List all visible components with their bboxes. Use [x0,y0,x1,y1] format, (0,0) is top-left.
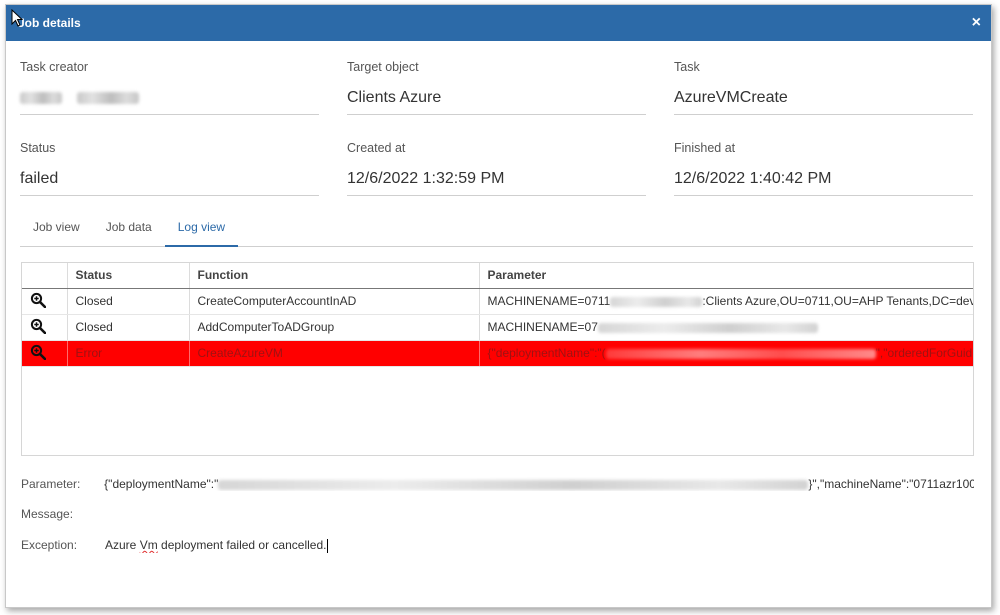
dialog-titlebar: Job details × [6,5,991,41]
parameter-suffix: ","orderedForGuid [875,346,973,360]
column-header-parameter[interactable]: Parameter [479,263,973,289]
parameter-prefix: {"deploymentName":"( [487,346,606,360]
column-header-status[interactable]: Status [67,263,190,289]
task-field: Task AzureVMCreate [674,60,973,115]
table-row-error[interactable]: Error CreateAzureVM {"deploymentName":"(… [22,340,973,367]
exception-text: deployment failed or cancelled. [157,538,327,552]
exception-value[interactable]: Azure Vm deployment failed or cancelled. [105,538,329,553]
message-label: Message: [21,507,74,521]
row-function: CreateComputerAccountInAD [189,288,480,315]
status-value: failed [20,170,59,187]
tab-bar: Job view Job data Log view [20,214,973,247]
row-status: Closed [67,288,190,315]
row-function: AddComputerToADGroup [189,314,480,341]
mouse-pointer-icon [11,9,23,27]
exception-label: Exception: [21,538,78,552]
row-status: Closed [67,314,190,341]
created-at-field: Created at 12/6/2022 1:32:59 PM [347,141,646,196]
task-value: AzureVMCreate [674,89,788,106]
dialog-title: Job details [18,16,81,30]
parameter-suffix: :Clients Azure,OU=0711,OU=AHP Tenants,DC… [702,294,974,308]
redacted-text [76,91,139,104]
parameter-prefix: MACHINENAME=0711 [487,294,611,308]
column-header-function[interactable]: Function [189,263,480,289]
exception-row: Exception: Azure Vm deployment failed or… [21,538,974,553]
redacted-text [610,296,703,307]
task-creator-value [20,89,319,111]
table-row[interactable]: Closed CreateComputerAccountInAD MACHINE… [22,288,974,315]
target-object-field: Target object Clients Azure [347,60,646,115]
log-grid: Status Function Parameter Closed CreateC… [21,262,974,456]
created-at-label: Created at [347,141,406,155]
field-underline [674,114,973,115]
close-icon[interactable]: × [972,15,981,31]
target-object-value: Clients Azure [347,89,442,106]
tab-log-view[interactable]: Log view [164,214,239,247]
tab-job-view[interactable]: Job view [20,214,93,247]
row-status: Error [67,340,190,367]
finished-at-value: 12/6/2022 1:40:42 PM [674,170,832,187]
task-creator-label: Task creator [20,60,89,74]
row-parameter: {"deploymentName":"( ","orderedForGuid [479,340,973,367]
parameter-prefix: {"deploymentName":" [104,477,219,491]
parameter-prefix: MACHINENAME=07 [487,320,598,334]
exception-text: Azure [105,538,140,552]
parameter-value: {"deploymentName":" }","machineName":"071… [104,477,974,491]
row-icon-cell[interactable] [22,340,68,367]
message-row: Message: [21,507,974,521]
redacted-text [218,479,809,490]
row-icon-cell[interactable] [22,288,68,315]
row-function: CreateAzureVM [189,340,480,367]
field-underline [20,114,319,115]
parameter-row: Parameter: {"deploymentName":" }","machin… [21,477,974,491]
status-label: Status [20,141,56,155]
text-caret [327,538,329,553]
table-row[interactable]: Closed AddComputerToADGroup MACHINENAME=… [22,314,973,341]
task-creator-field: Task creator [20,60,319,115]
zoom-in-icon[interactable] [30,344,46,360]
row-icon-cell[interactable] [22,314,68,341]
parameter-suffix: }","machineName":"0711azr1003 [808,477,974,491]
redacted-text [597,322,818,333]
field-underline [347,195,646,196]
status-field: Status failed [20,141,319,196]
field-underline [347,114,646,115]
task-label: Task [674,60,700,74]
redacted-text [605,348,876,359]
zoom-in-icon[interactable] [30,318,46,334]
finished-at-field: Finished at 12/6/2022 1:40:42 PM [674,141,973,196]
table-header-row: Status Function Parameter [22,263,973,289]
finished-at-label: Finished at [674,141,736,155]
redacted-text [20,91,62,104]
row-parameter: MACHINENAME=0711 :Clients Azure,OU=0711,O… [479,288,974,315]
parameter-label: Parameter: [21,477,81,491]
log-table: Status Function Parameter Closed CreateC… [22,263,974,367]
tab-job-data[interactable]: Job data [93,214,165,247]
column-header-icon [22,263,68,289]
field-underline [674,195,973,196]
created-at-value: 12/6/2022 1:32:59 PM [347,170,505,187]
row-parameter: MACHINENAME=07 [479,314,973,341]
exception-text-misspelled: Vm [139,538,158,552]
target-object-label: Target object [347,60,419,74]
zoom-in-icon[interactable] [30,292,46,308]
field-underline [20,195,319,196]
